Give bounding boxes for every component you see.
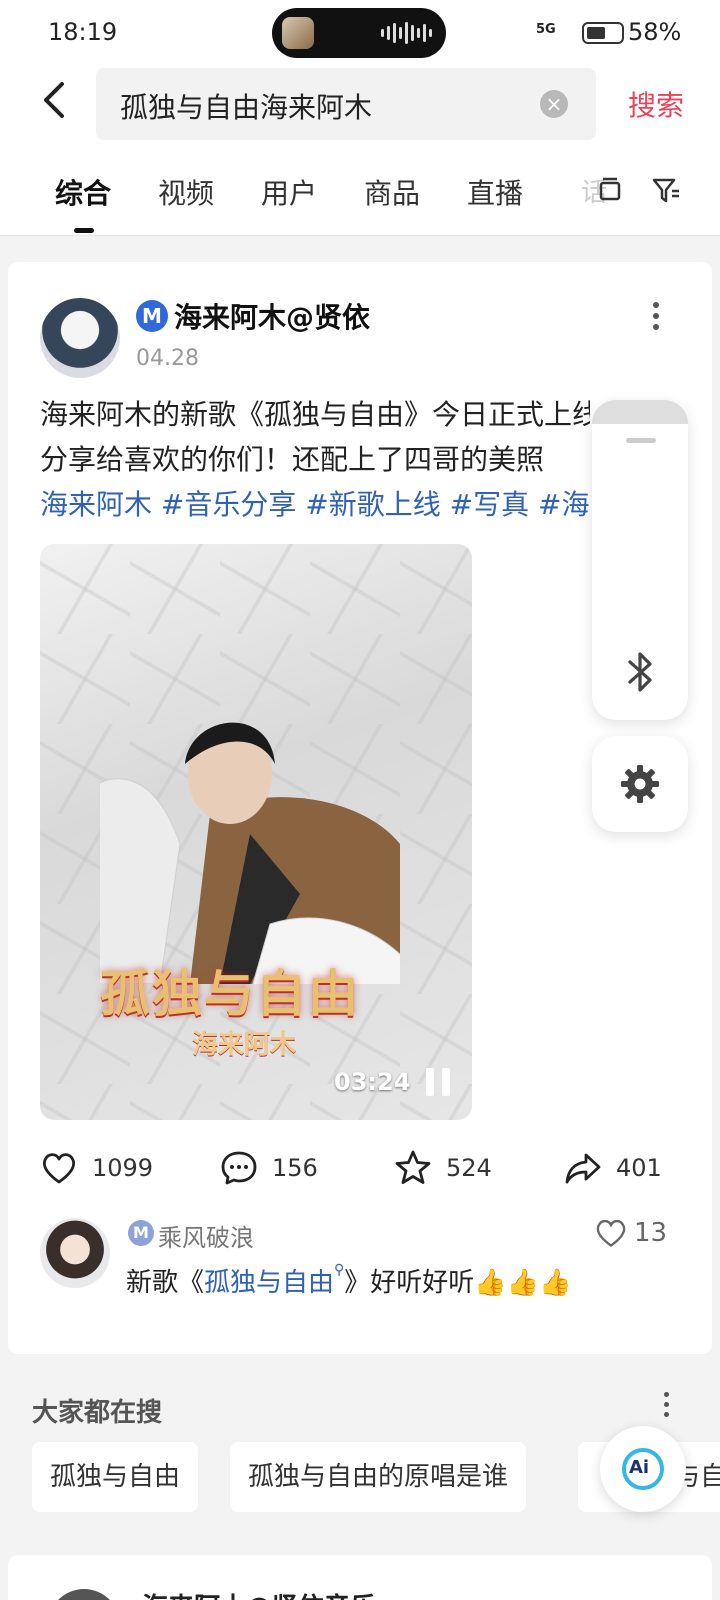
- tab-products[interactable]: 商品: [364, 172, 420, 212]
- post-body[interactable]: 海来阿木的新歌《孤独与自由》今日正式上线 分享给喜欢的你们！还配上了四哥的美照 …: [40, 392, 590, 527]
- back-arrow-icon: [44, 82, 64, 118]
- member-badge: M: [136, 300, 168, 332]
- trending-more-icon[interactable]: [658, 1392, 674, 1422]
- comment-text-start: 新歌《: [126, 1268, 205, 1298]
- more-options-icon[interactable]: [648, 302, 664, 332]
- commenter-member-badge: M: [128, 1220, 154, 1246]
- share-icon: [565, 1153, 601, 1184]
- search-header: 孤独与自由海来阿木 × 搜索: [0, 66, 720, 150]
- post-hashtags[interactable]: 海来阿木 #音乐分享 #新歌上线 #写真 #海来阿木: [40, 482, 590, 527]
- tab-video[interactable]: 视频: [158, 172, 214, 212]
- gear-icon: [621, 765, 659, 803]
- comment-text: 新歌《孤独与自由⚲》好听好听👍👍👍: [126, 1262, 571, 1299]
- video-cover-subtitle: 海来阿木: [192, 1030, 297, 1060]
- tab-live[interactable]: 直播: [467, 172, 523, 212]
- battery-icon: [582, 22, 624, 44]
- comment-icon: [221, 1151, 257, 1185]
- drag-handle[interactable]: [626, 438, 656, 443]
- author-avatar[interactable]: [40, 298, 120, 378]
- dynamic-island[interactable]: [272, 8, 446, 58]
- active-tab-indicator: [74, 228, 94, 233]
- close-icon: ×: [545, 92, 563, 116]
- next-author-avatar[interactable]: [48, 1589, 120, 1600]
- comment-button[interactable]: 156: [220, 1148, 318, 1188]
- comment-text-end: 》好听好听👍👍👍: [344, 1268, 572, 1298]
- author-name[interactable]: 海来阿木@贤依: [174, 296, 370, 336]
- floating-settings-button[interactable]: [592, 736, 688, 832]
- search-button[interactable]: 搜索: [628, 84, 684, 124]
- heart-icon: [596, 1219, 626, 1247]
- layout-toggle-icon[interactable]: [594, 174, 626, 206]
- tab-users[interactable]: 用户: [261, 172, 317, 212]
- share-count: 401: [616, 1154, 662, 1182]
- search-small-icon: ⚲: [334, 1262, 345, 1278]
- pause-icon[interactable]: [426, 1068, 452, 1096]
- commenter-name[interactable]: 乘风破浪: [158, 1218, 254, 1253]
- comment-like-count: 13: [634, 1218, 668, 1248]
- like-count: 1099: [92, 1154, 154, 1182]
- post-text-line-2: 分享给喜欢的你们！还配上了四哥的美照: [40, 443, 545, 476]
- result-tabs: 综合 视频 用户 商品 直播 话: [0, 150, 720, 236]
- like-button[interactable]: 1099: [40, 1148, 153, 1188]
- trending-chip[interactable]: 孤独与自由: [32, 1442, 199, 1512]
- trending-chip[interactable]: 孤独与自由的原唱是谁: [230, 1442, 527, 1512]
- comment-search-link[interactable]: 孤独与自由: [204, 1268, 334, 1298]
- video-cover-figure: [100, 722, 400, 984]
- comment-like-button[interactable]: 13: [594, 1216, 667, 1250]
- search-input[interactable]: 孤独与自由海来阿木 ×: [96, 68, 596, 140]
- clear-search-button[interactable]: ×: [540, 90, 568, 118]
- battery-percent: 58%: [628, 18, 682, 46]
- status-time: 18:19: [48, 18, 118, 46]
- ai-search-button[interactable]: Ai: [600, 1426, 686, 1512]
- favorite-count: 524: [446, 1154, 492, 1182]
- ai-label: Ai: [629, 1457, 650, 1478]
- top-comment[interactable]: M 乘风破浪 13 新歌《孤独与自由⚲》好听好听👍👍👍: [8, 1216, 712, 1306]
- video-duration: 03:24: [334, 1068, 411, 1096]
- next-author-name[interactable]: 海来阿木@贤依音乐: [142, 1587, 376, 1600]
- filter-icon[interactable]: [650, 174, 682, 206]
- trending-title: 大家都在搜: [32, 1398, 163, 1428]
- heart-icon: [42, 1153, 76, 1184]
- floating-control-panel[interactable]: [592, 400, 688, 720]
- post-actions: 1099 156 524 401: [8, 1142, 712, 1192]
- back-button[interactable]: [36, 80, 76, 120]
- commenter-avatar[interactable]: [40, 1218, 110, 1288]
- favorite-button[interactable]: 524: [394, 1148, 492, 1188]
- audio-wave-icon: [381, 22, 432, 44]
- signal-icon: 5G: [536, 22, 556, 37]
- panel-drag-area[interactable]: [592, 400, 688, 424]
- now-playing-thumbnail: [282, 17, 314, 49]
- tab-comprehensive[interactable]: 综合: [55, 172, 111, 212]
- status-bar: 18:19 5G 58%: [0, 0, 720, 66]
- star-icon: [395, 1150, 431, 1184]
- video-cover-title: 孤独与自由: [100, 964, 360, 1023]
- video-player[interactable]: 孤独与自由 海来阿木 03:24: [40, 544, 472, 1120]
- share-button[interactable]: 401: [564, 1148, 662, 1188]
- bluetooth-icon[interactable]: [620, 648, 660, 696]
- search-query: 孤独与自由海来阿木: [120, 91, 373, 124]
- post-date: 04.28: [136, 346, 199, 371]
- next-post-card[interactable]: 海来阿木@贤依音乐: [8, 1555, 712, 1600]
- post-text-line-1: 海来阿木的新歌《孤独与自由》今日正式上线: [40, 398, 590, 431]
- comment-count: 156: [272, 1154, 318, 1182]
